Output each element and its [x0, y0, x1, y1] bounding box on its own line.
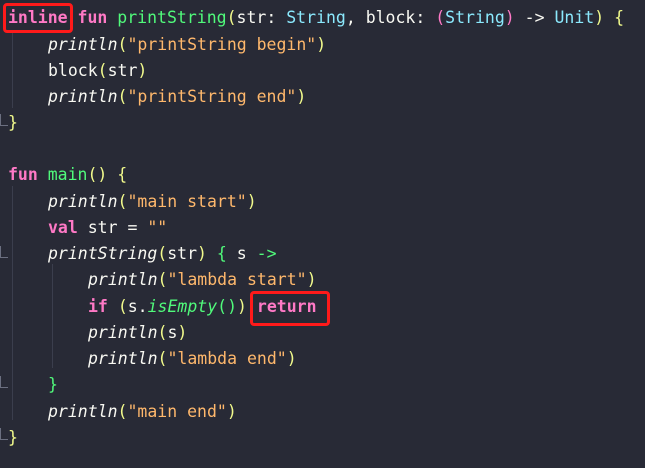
paren: ) [296, 87, 307, 106]
identifier: s. [127, 297, 148, 316]
string-literal: "lambda end" [167, 349, 287, 368]
function-call: println [88, 349, 158, 368]
identifier: str = [77, 218, 148, 237]
paren: ( [117, 402, 128, 421]
code-line-13[interactable]: println(s) [88, 320, 187, 346]
type-name: String [286, 8, 346, 27]
fold-marker-icon[interactable] [0, 376, 8, 388]
paren: ( [117, 87, 128, 106]
string-literal: "" [147, 218, 168, 237]
indent-guide [52, 264, 53, 368]
code-line-14[interactable]: println("lambda end") [88, 346, 297, 372]
keyword-val: val [48, 218, 78, 237]
paren: ( [117, 192, 128, 211]
code-line-3[interactable]: block(str) [48, 58, 147, 84]
function-call: isEmpty [147, 297, 218, 316]
string-literal: "lambda start" [167, 270, 307, 289]
function-call: printString [48, 244, 158, 263]
type-name: Unit [554, 8, 595, 27]
paren: ) [226, 402, 237, 421]
brace: { [107, 165, 128, 184]
colon: : [266, 8, 287, 27]
paren: ( [157, 349, 168, 368]
string-literal: "printString end" [127, 87, 297, 106]
fold-marker-icon[interactable] [0, 428, 8, 440]
param-name: block [365, 8, 416, 27]
code-line-2[interactable]: println("printString begin") [48, 32, 326, 58]
paren: () [217, 297, 238, 316]
paren: () [87, 165, 108, 184]
function-call: println [48, 402, 118, 421]
paren: ( [117, 297, 128, 316]
paren: ( [97, 61, 108, 80]
brace: } [8, 428, 18, 447]
fold-marker-icon[interactable] [0, 246, 8, 258]
string-literal: "printString begin" [127, 35, 317, 54]
highlight-box-return [250, 291, 330, 326]
indent-guide [12, 186, 13, 420]
code-line-8[interactable]: println("main start") [48, 189, 257, 215]
identifier: str [167, 244, 198, 263]
paren: ) [286, 349, 297, 368]
function-call: println [48, 87, 118, 106]
code-line-9[interactable]: val str = "" [48, 215, 167, 241]
param-name: str [236, 8, 267, 27]
colon: : [415, 8, 436, 27]
function-name: main [47, 165, 88, 184]
paren: ( [157, 270, 168, 289]
paren: ( [157, 323, 168, 342]
code-line-1[interactable]: inline fun printString(str: String, bloc… [8, 5, 624, 31]
keyword-fun: fun [77, 8, 108, 27]
code-line-4[interactable]: println("printString end") [48, 84, 306, 110]
brace: } [8, 113, 18, 132]
paren: ( [226, 8, 237, 27]
code-line-10[interactable]: printString(str) { s -> [48, 241, 277, 267]
paren: ) [316, 35, 327, 54]
highlight-box-inline [3, 3, 73, 33]
function-call: println [88, 323, 158, 342]
identifier: str [107, 61, 138, 80]
paren: ) [237, 297, 247, 316]
brace: { [604, 8, 625, 27]
function-call: println [48, 35, 118, 54]
keyword-fun: fun [8, 165, 38, 184]
code-line-15[interactable]: } [48, 372, 58, 398]
arrow: -> [246, 244, 277, 263]
paren: ) [137, 61, 148, 80]
identifier: s [167, 323, 178, 342]
code-line-7[interactable]: fun main() { [8, 162, 127, 188]
string-literal: "main end" [127, 402, 227, 421]
indent-guide [12, 30, 13, 108]
string-literal: "main start" [127, 192, 247, 211]
lambda-param: s [236, 244, 247, 263]
paren: ) [197, 244, 207, 263]
function-call: println [88, 270, 158, 289]
arrow: -> [514, 8, 555, 27]
paren: ) [306, 270, 317, 289]
code-line-11[interactable]: println("lambda start") [88, 267, 317, 293]
keyword-if: if [88, 297, 108, 316]
code-line-5[interactable]: } [8, 110, 18, 136]
identifier: block [48, 61, 98, 80]
paren: ( [435, 8, 446, 27]
code-editor[interactable]: inline fun printString(str: String, bloc… [0, 0, 645, 468]
paren: ) [177, 323, 188, 342]
paren: ( [117, 35, 128, 54]
paren: ( [157, 244, 168, 263]
comma: , [345, 8, 366, 27]
function-name: printString [117, 8, 227, 27]
paren: ) [246, 192, 257, 211]
fold-marker-icon[interactable] [0, 114, 8, 126]
paren: ) [504, 8, 515, 27]
function-call: println [48, 192, 118, 211]
code-line-16[interactable]: println("main end") [48, 399, 237, 425]
type-name: String [445, 8, 505, 27]
brace: } [48, 375, 58, 394]
code-line-17[interactable]: } [8, 425, 18, 451]
paren: ) [594, 8, 605, 27]
brace: { [206, 244, 237, 263]
